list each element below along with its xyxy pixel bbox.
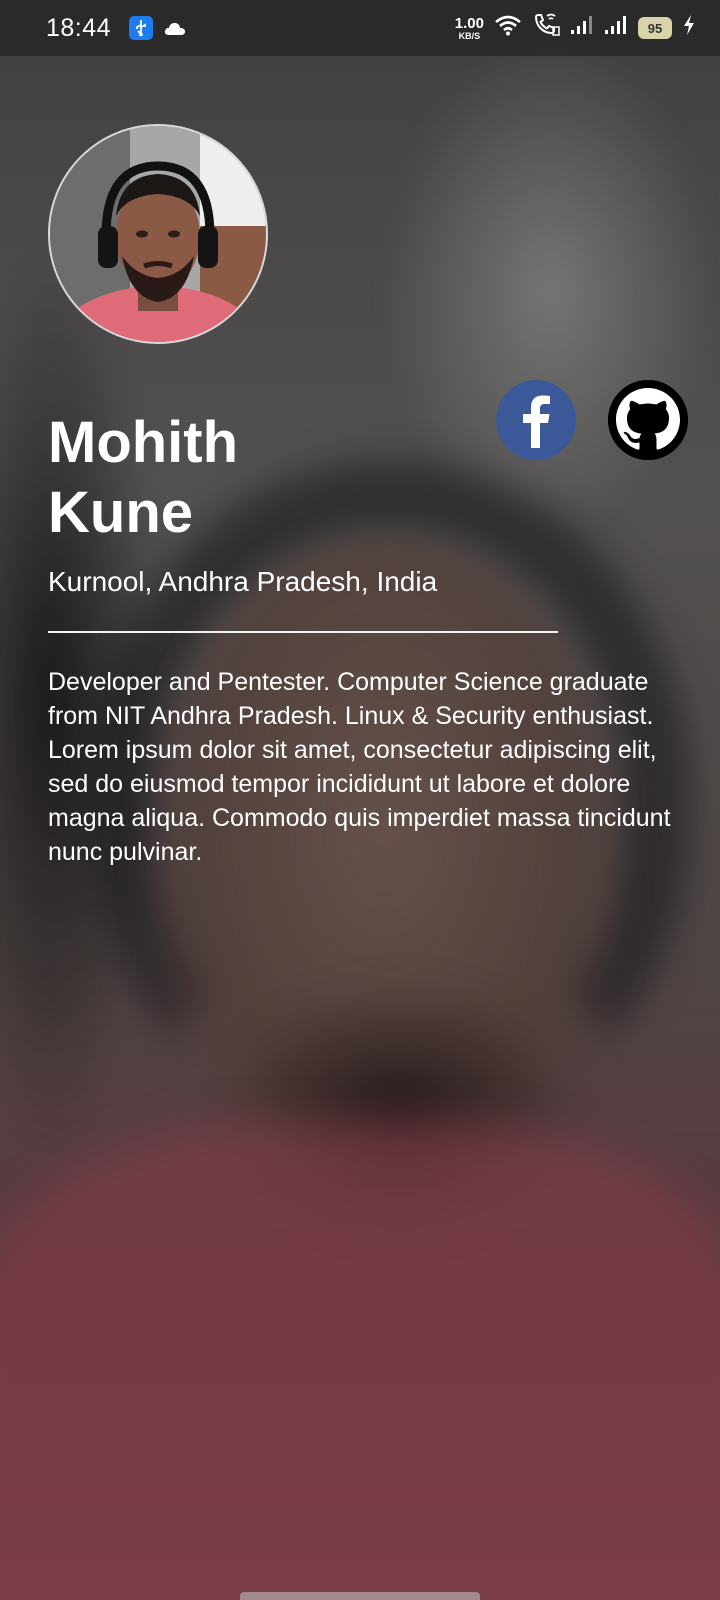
nav-gesture-handle[interactable] [240,1592,480,1600]
status-bar: 18:44 1.00 KB/S 95 [0,0,720,56]
profile-location: Kurnool, Andhra Pradesh, India [48,566,438,597]
usb-icon [129,16,154,40]
signal-icon [604,14,628,42]
github-icon [608,380,688,460]
net-speed-value: 1.00 [454,14,484,32]
status-time: 18:44 [46,13,112,42]
charging-icon [682,14,696,43]
wifi-calling-icon [532,13,560,44]
wifi-icon [494,14,522,43]
net-speed-unit: KB/S [458,30,481,41]
github-button[interactable] [608,380,688,460]
divider [48,631,558,633]
net-speed-indicator: 1.00 KB/S [455,16,484,41]
facebook-icon [523,395,550,448]
profile-bio: Developer and Pentester. Computer Scienc… [48,668,671,866]
profile-name: Mohith Kune [48,410,239,545]
facebook-button[interactable] [496,380,576,460]
status-right-group: 1.00 KB/S 95 [455,13,696,44]
battery-icon: 95 [638,17,672,39]
cloud-icon [163,20,187,36]
avatar [48,124,268,344]
battery-level: 95 [638,17,672,39]
signal-icon [570,14,594,42]
